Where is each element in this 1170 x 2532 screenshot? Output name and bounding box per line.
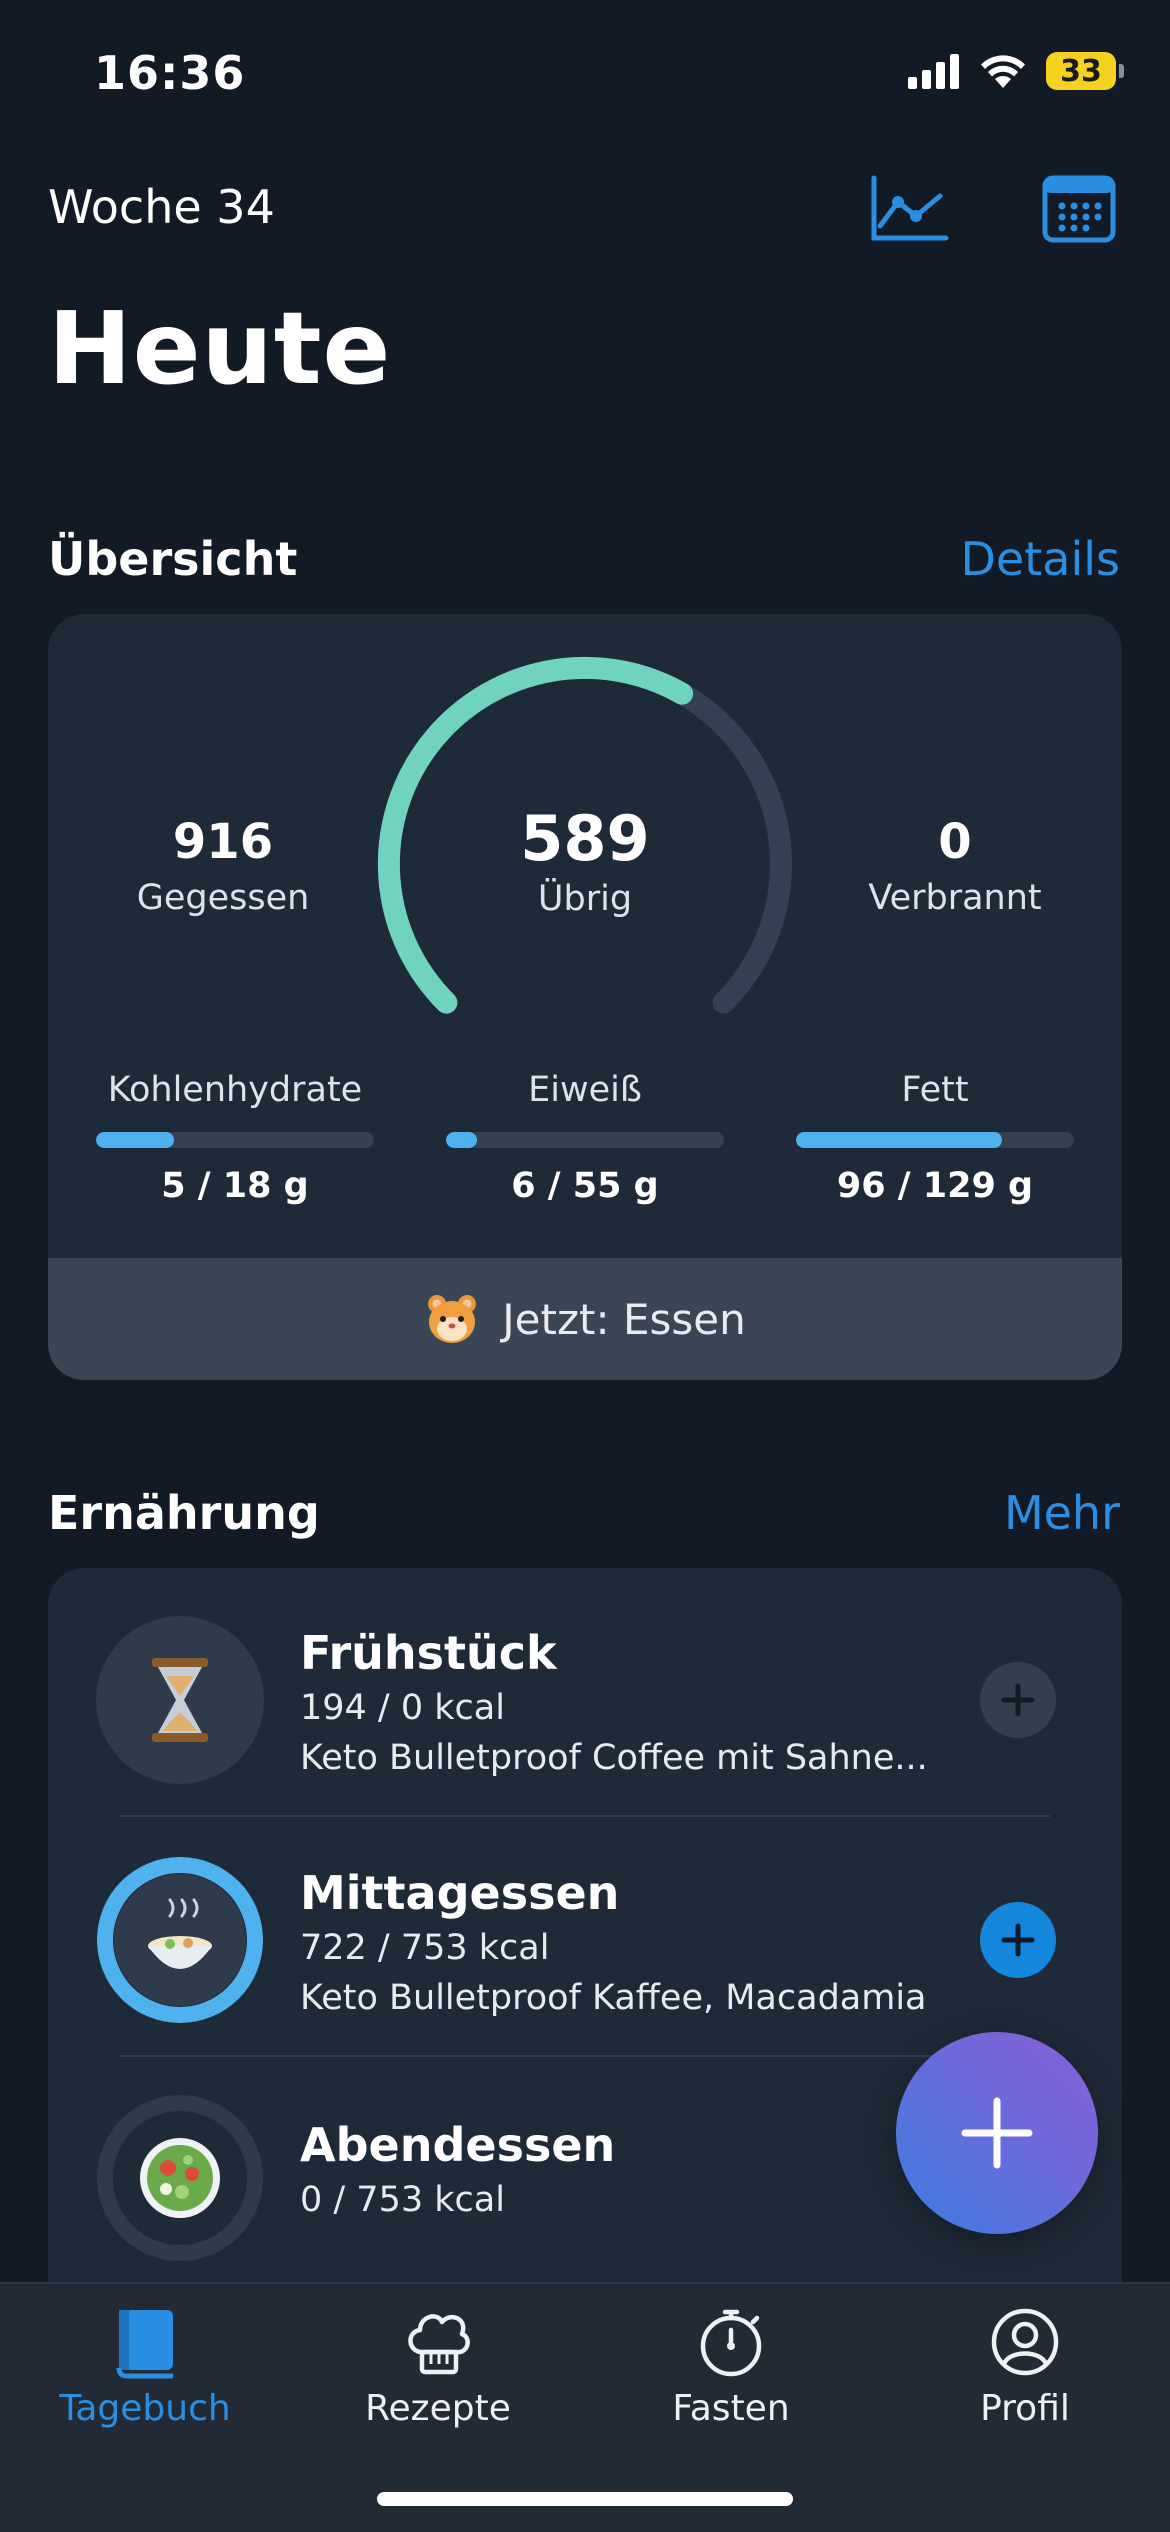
add-breakfast-button[interactable] bbox=[980, 1662, 1056, 1738]
tab-label: Fasten bbox=[672, 2388, 790, 2429]
eaten-stat: 916 Gegessen bbox=[118, 814, 328, 918]
tab-label: Tagebuch bbox=[59, 2388, 231, 2429]
meal-name: Frühstück bbox=[300, 1626, 557, 1680]
status-icons: 33 bbox=[908, 52, 1124, 90]
chart-icon[interactable] bbox=[870, 174, 950, 244]
profile-icon bbox=[991, 2308, 1059, 2376]
burned-stat: 0 Verbrannt bbox=[840, 814, 1070, 918]
tab-diary[interactable]: Tagebuch bbox=[20, 2302, 270, 2429]
details-link[interactable]: Details bbox=[961, 532, 1120, 586]
eaten-label: Gegessen bbox=[136, 878, 310, 918]
stopwatch-icon bbox=[700, 2309, 762, 2377]
plus-icon bbox=[961, 2097, 1033, 2169]
tab-profile[interactable]: Profil bbox=[900, 2302, 1150, 2429]
macro-protein: Eiweiß 6 / 55 g bbox=[445, 1070, 725, 1206]
week-label: Woche 34 bbox=[48, 180, 275, 234]
remaining-stat: 589 Übrig bbox=[445, 802, 725, 919]
remaining-value: 589 bbox=[520, 802, 650, 875]
remaining-label: Übrig bbox=[537, 879, 633, 919]
macro-value: 5 / 18 g bbox=[161, 1166, 309, 1206]
meal-name: Mittagessen bbox=[300, 1866, 620, 1920]
eaten-value: 916 bbox=[172, 814, 274, 870]
fasting-status-text: Jetzt: Essen bbox=[502, 1294, 746, 1344]
macro-fat: Fett 96 / 129 g bbox=[795, 1070, 1075, 1206]
macro-carbs: Kohlenhydrate 5 / 18 g bbox=[95, 1070, 375, 1206]
home-indicator bbox=[377, 2492, 793, 2506]
status-time: 16:36 bbox=[94, 46, 246, 100]
meal-kcal: 0 / 753 kcal bbox=[300, 2180, 505, 2220]
battery-indicator: 33 bbox=[1046, 52, 1124, 90]
macro-track bbox=[96, 1132, 374, 1148]
burned-value: 0 bbox=[938, 814, 972, 870]
burned-label: Verbrannt bbox=[868, 878, 1042, 918]
wifi-icon bbox=[981, 55, 1025, 88]
calendar-icon[interactable] bbox=[1042, 174, 1116, 244]
macro-label: Fett bbox=[901, 1070, 969, 1110]
macro-track bbox=[796, 1132, 1074, 1148]
page-title: Heute bbox=[48, 290, 392, 407]
soup-bowl-icon bbox=[97, 1857, 263, 2023]
overview-title: Übersicht bbox=[48, 532, 298, 586]
meal-description: Keto Bulletproof Coffee mit Sahne... bbox=[300, 1738, 928, 1778]
meal-kcal: 722 / 753 kcal bbox=[300, 1928, 550, 1968]
plus-icon bbox=[1001, 1683, 1035, 1717]
add-lunch-button[interactable] bbox=[980, 1902, 1056, 1978]
macro-fill bbox=[96, 1132, 174, 1148]
chef-hat-icon bbox=[408, 2314, 470, 2375]
more-link[interactable]: Mehr bbox=[1004, 1486, 1120, 1540]
tab-label: Rezepte bbox=[365, 2388, 511, 2429]
salad-bowl-icon bbox=[97, 2095, 263, 2261]
meal-row-lunch[interactable]: Mittagessen 722 / 753 kcal Keto Bulletpr… bbox=[48, 1808, 1122, 2048]
signal-icon bbox=[908, 54, 959, 89]
macro-value: 6 / 55 g bbox=[511, 1166, 659, 1206]
macro-track bbox=[446, 1132, 724, 1148]
hourglass-icon bbox=[96, 1616, 264, 1784]
tab-fasting[interactable]: Fasten bbox=[606, 2302, 856, 2429]
macro-value: 96 / 129 g bbox=[836, 1166, 1034, 1206]
tab-label: Profil bbox=[980, 2388, 1070, 2429]
macro-label: Kohlenhydrate bbox=[107, 1070, 363, 1110]
nutrition-title: Ernährung bbox=[48, 1486, 320, 1540]
meal-row-breakfast[interactable]: Frühstück 194 / 0 kcal Keto Bulletproof … bbox=[48, 1568, 1122, 1808]
macro-label: Eiweiß bbox=[528, 1070, 642, 1110]
add-entry-fab[interactable] bbox=[896, 2032, 1098, 2234]
plus-icon bbox=[1001, 1923, 1035, 1957]
meal-description: Keto Bulletproof Kaffee, Macadamia bbox=[300, 1978, 927, 2018]
tab-recipes[interactable]: Rezepte bbox=[313, 2302, 563, 2429]
meal-name: Abendessen bbox=[300, 2118, 616, 2172]
book-icon bbox=[116, 2310, 173, 2379]
fasting-status-strip[interactable]: Jetzt: Essen bbox=[48, 1258, 1122, 1380]
meal-kcal: 194 / 0 kcal bbox=[300, 1688, 505, 1728]
hamster-icon bbox=[428, 1295, 477, 1343]
macro-fill bbox=[796, 1132, 1002, 1148]
macro-fill bbox=[446, 1132, 477, 1148]
